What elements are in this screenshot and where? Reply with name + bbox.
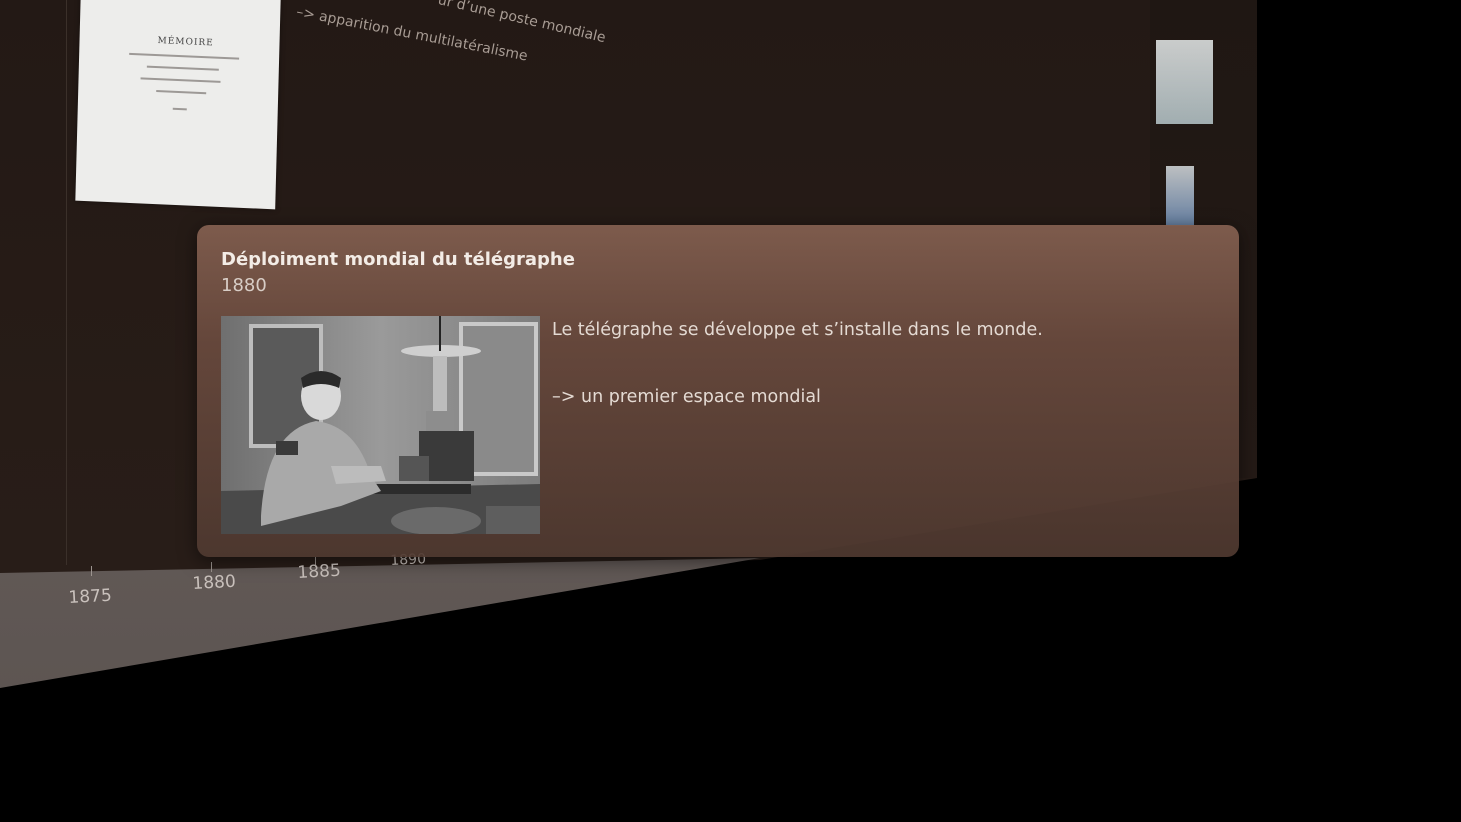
document-heading: MÉMOIRE xyxy=(157,36,214,49)
doc-text-line xyxy=(172,107,187,111)
right-thumbnail[interactable] xyxy=(1156,40,1213,124)
timeline-year-1880[interactable]: 1880 xyxy=(192,572,236,594)
photo-illustration xyxy=(221,316,540,534)
doc-text-line xyxy=(140,77,221,83)
wall-divider xyxy=(66,0,67,565)
timeline-scene: MÉMOIRE ur d’une poste mondiale –> appar… xyxy=(0,0,1461,822)
timeline-tick xyxy=(91,566,92,576)
doc-text-line xyxy=(129,52,240,60)
doc-text-line xyxy=(146,65,219,71)
doc-text-line xyxy=(156,90,207,95)
right-chart-thumbnail[interactable] xyxy=(1166,166,1194,226)
event-title: Déploiment mondial du télégraphe xyxy=(221,249,575,270)
timeline-year-1875[interactable]: 1875 xyxy=(68,586,112,608)
telegraph-operator-photo[interactable] xyxy=(221,316,540,534)
event-consequence-link[interactable]: –> un premier espace mondial xyxy=(552,387,821,407)
event-detail-card[interactable]: Déploiment mondial du télégraphe 1880 Le… xyxy=(197,225,1239,557)
event-description: Le télégraphe se développe et s’installe… xyxy=(552,320,1043,340)
archive-document[interactable]: MÉMOIRE xyxy=(75,0,281,210)
timeline-year-1885[interactable]: 1885 xyxy=(297,561,341,583)
timeline-tick xyxy=(211,562,212,572)
event-year: 1880 xyxy=(221,275,267,296)
